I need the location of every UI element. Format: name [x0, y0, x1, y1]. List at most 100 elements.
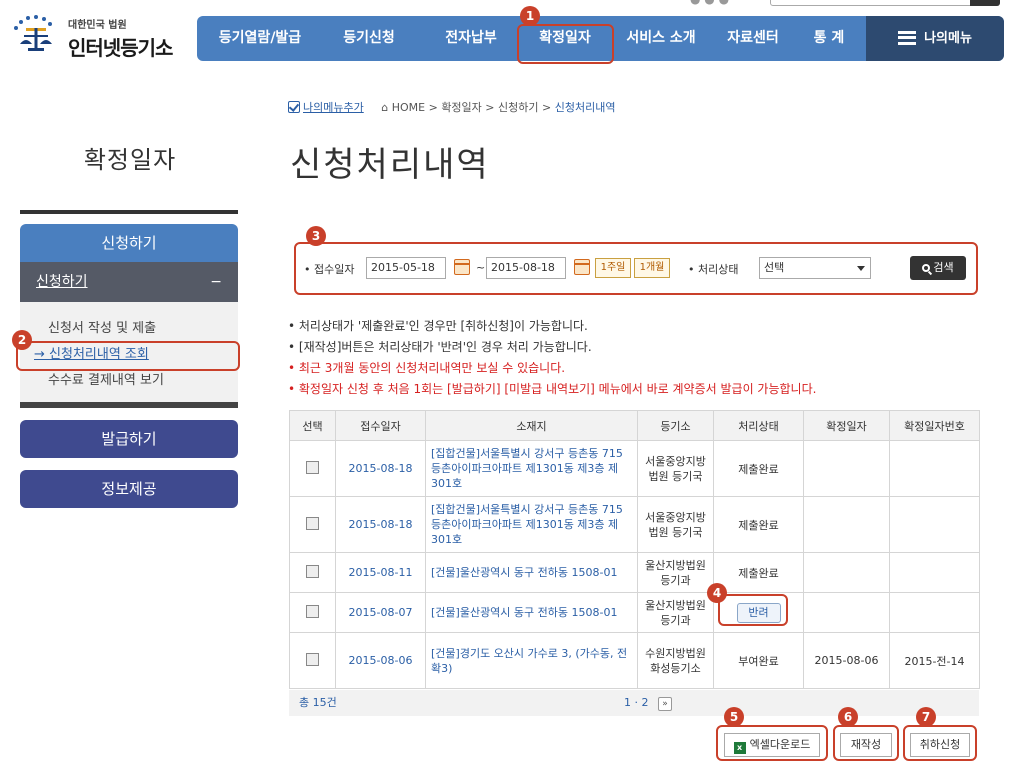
row-address-link[interactable]: [건물]경기도 오산시 가수로 3, (가수동, 전확3) [425, 632, 638, 689]
page-2-link[interactable]: 2 [642, 696, 649, 709]
search-button-label: 검색 [933, 261, 954, 274]
callout-box-4 [718, 594, 788, 626]
top-search-input[interactable] [770, 0, 1000, 6]
date-from-input[interactable]: 2015-05-18 [366, 257, 446, 279]
nav-registry-apply[interactable]: 등기신청 [327, 16, 411, 61]
row-court: 서울중앙지방법원 등기국 [637, 496, 714, 553]
row-court: 울산지방법원 등기과 [637, 552, 714, 593]
row-address-link[interactable]: [건물]울산광역시 동구 전하동 1508-01 [425, 552, 638, 593]
total-count: 총 15건 [299, 696, 337, 709]
row-checkbox[interactable] [306, 564, 319, 578]
row-status: 부여완료 [713, 632, 804, 689]
callout-box-1 [517, 24, 614, 64]
row-date: 2015-08-18 [335, 440, 426, 497]
nav-e-payment[interactable]: 전자납부 [423, 16, 519, 61]
page-1-link[interactable]: 1 [624, 696, 631, 709]
row-fixed-date [803, 496, 890, 553]
nav-registry-view[interactable]: 등기열람/발급 [205, 16, 315, 61]
sidebar-item-info[interactable]: 정보제공 [20, 470, 238, 508]
breadcrumb-path2[interactable]: 신청하기 [498, 101, 538, 114]
nav-statistics[interactable]: 통 계 [797, 16, 861, 61]
notice-list: • 처리상태가 '제출완료'인 경우만 [취하신청]이 가능합니다. • [재작… [288, 316, 816, 400]
row-fixed-no: 2015-전-14 [889, 632, 980, 689]
row-checkbox[interactable] [306, 516, 319, 530]
sidebar-item-apply[interactable]: 신청하기 [20, 224, 238, 262]
nav-service-intro[interactable]: 서비스 소개 [611, 16, 711, 61]
top-search-button[interactable] [970, 0, 1000, 6]
page-title: 신청처리내역 [290, 145, 490, 185]
collapse-minus-icon: − [210, 274, 222, 290]
sidebar-submenu-label: 신청하기 [36, 274, 88, 290]
header-select: 선택 [289, 410, 336, 441]
date-to-input[interactable]: 2015-08-18 [486, 257, 566, 279]
row-fixed-no [889, 552, 980, 593]
row-date: 2015-08-11 [335, 552, 426, 593]
table-footer: 총 15건 1 · 2 » [289, 690, 979, 716]
row-fixed-date: 2015-08-06 [803, 632, 890, 689]
callout-box-7 [903, 725, 977, 761]
status-select[interactable]: 선택 [759, 257, 871, 279]
header-fixed-date: 확정일자 [803, 410, 890, 441]
row-court: 서울중앙지방법원 등기국 [637, 440, 714, 497]
logo-title: 인터넷등기소 [68, 36, 173, 60]
breadcrumb-home[interactable]: HOME [392, 101, 425, 114]
callout-number-5: 5 [724, 707, 744, 727]
row-fixed-date [803, 440, 890, 497]
callout-number-1: 1 [520, 6, 540, 26]
row-checkbox[interactable] [306, 652, 319, 666]
calendar-to-icon[interactable] [574, 259, 590, 275]
breadcrumb: 나의메뉴추가 ⌂ HOME > 확정일자 > 신청하기 > 신청처리내역 [288, 99, 615, 115]
row-address-link[interactable]: [건물]울산광역시 동구 전하동 1508-01 [425, 592, 638, 633]
notice-item: • 처리상태가 '제출완료'인 경우만 [취하신청]이 가능합니다. [288, 319, 588, 333]
row-date: 2015-08-07 [335, 592, 426, 633]
my-menu-button[interactable]: 나의메뉴 [866, 16, 1004, 61]
table-row: 2015-08-18 [집합건물]서울특별시 강서구 등촌동 715 등촌아이파… [289, 496, 980, 553]
callout-box-6 [833, 725, 899, 761]
one-month-button[interactable]: 1개월 [634, 258, 670, 278]
callout-number-7: 7 [916, 707, 936, 727]
callout-number-3: 3 [306, 226, 326, 246]
next-page-icon[interactable]: » [658, 697, 672, 711]
sidebar-submenu-header[interactable]: 신청하기 − [20, 262, 238, 302]
site-logo[interactable]: 대한민국 법원 인터넷등기소 [10, 10, 190, 60]
callout-number-6: 6 [838, 707, 858, 727]
logo-subtitle: 대한민국 법원 [68, 20, 127, 31]
sidebar-item-issue[interactable]: 발급하기 [20, 420, 238, 458]
search-icon [922, 264, 931, 272]
breadcrumb-current: 신청처리내역 [554, 101, 616, 114]
add-my-menu-link[interactable]: 나의메뉴추가 [303, 101, 364, 114]
sidebar-item-write-submit[interactable]: 신청서 작성 및 제출 [48, 316, 238, 342]
row-address-link[interactable]: [집합건물]서울특별시 강서구 등촌동 715 등촌아이파크아파트 제1301동… [425, 496, 638, 553]
side-title: 확정일자 [83, 146, 177, 174]
search-button[interactable]: 검색 [910, 256, 966, 280]
home-icon: ⌂ [381, 101, 389, 114]
table-row: 2015-08-06 [건물]경기도 오산시 가수로 3, (가수동, 전확3)… [289, 632, 980, 689]
court-emblem-icon [14, 15, 52, 51]
header-fixed-no: 확정일자번호 [889, 410, 980, 441]
chevron-down-icon [857, 266, 865, 271]
callout-number-4: 4 [707, 583, 727, 603]
sidebar-item-fee-history[interactable]: 수수료 결제내역 보기 [48, 368, 238, 394]
calendar-from-icon[interactable] [454, 259, 470, 275]
notice-item-warning: • 확정일자 신청 후 처음 1회는 [발급하기] [미발급 내역보기] 메뉴에… [288, 382, 817, 396]
callout-number-2: 2 [12, 330, 32, 350]
row-checkbox[interactable] [306, 460, 319, 474]
row-fixed-date [803, 552, 890, 593]
status-label: • 처리상태 [688, 263, 739, 276]
row-checkbox[interactable] [306, 604, 319, 618]
row-fixed-no [889, 496, 980, 553]
my-menu-label: 나의메뉴 [924, 31, 972, 46]
row-court: 수원지방법원 화성등기소 [637, 632, 714, 689]
nav-data-center[interactable]: 자료센터 [711, 16, 795, 61]
top-util-dots: ● ● ● [690, 0, 729, 6]
row-status: 제출완료 [713, 496, 804, 553]
breadcrumb-path1[interactable]: 확정일자 [441, 101, 481, 114]
row-fixed-no [889, 440, 980, 497]
header-court: 등기소 [637, 410, 714, 441]
row-court: 울산지방법원 등기과 [637, 592, 714, 633]
table-row: 2015-08-18 [집합건물]서울특별시 강서구 등촌동 715 등촌아이파… [289, 440, 980, 497]
one-week-button[interactable]: 1주일 [595, 258, 631, 278]
row-status: 제출완료 [713, 440, 804, 497]
callout-box-5 [716, 725, 828, 761]
row-address-link[interactable]: [집합건물]서울특별시 강서구 등촌동 715 등촌아이파크아파트 제1301동… [425, 440, 638, 497]
